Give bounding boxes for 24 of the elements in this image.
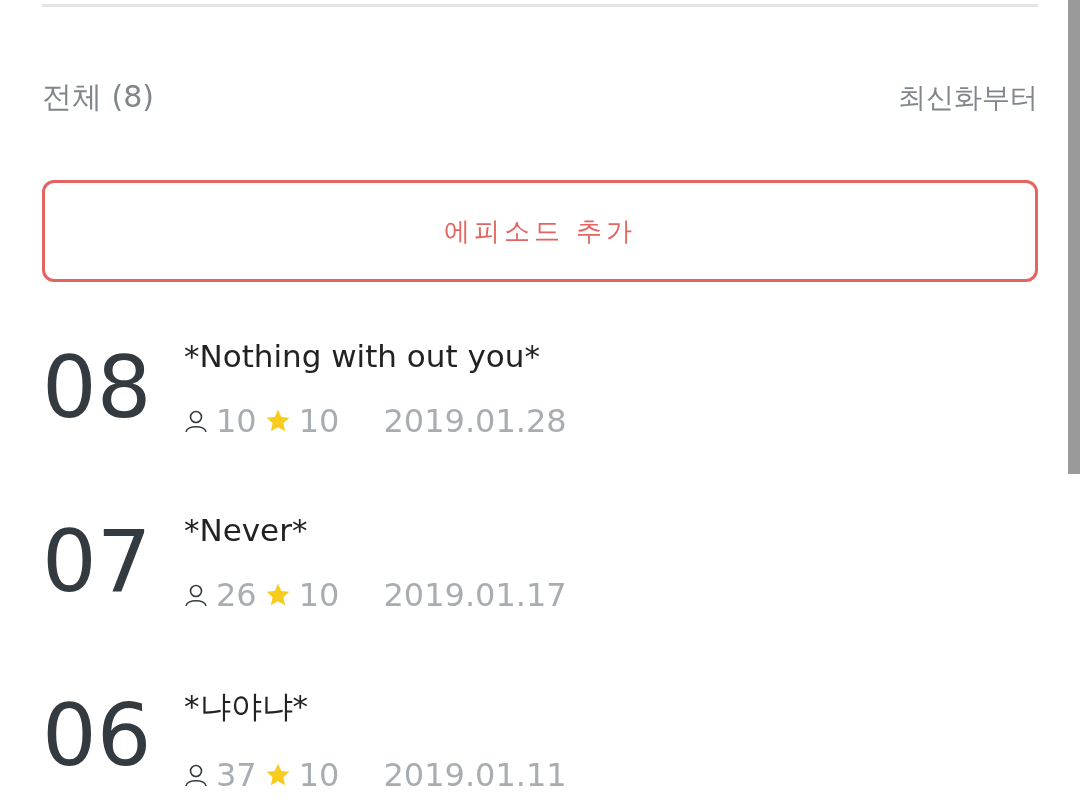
episode-date: 2019.01.11 bbox=[383, 756, 567, 794]
star-icon bbox=[264, 408, 291, 434]
episode-number: 07 bbox=[42, 518, 153, 604]
person-icon bbox=[184, 409, 208, 433]
episode-number: 08 bbox=[42, 344, 153, 430]
episode-count: 전체 (8) bbox=[42, 78, 155, 116]
star-icon bbox=[264, 582, 291, 608]
view-count: 37 bbox=[216, 756, 257, 794]
sort-order-button[interactable]: 최신화부터 bbox=[898, 78, 1038, 117]
rating-value: 10 bbox=[298, 576, 340, 614]
rating-value: 10 bbox=[298, 402, 340, 440]
episode-title[interactable]: *Nothing with out you* bbox=[184, 338, 567, 374]
episode-date: 2019.01.28 bbox=[383, 402, 567, 440]
episode-number: 06 bbox=[42, 692, 153, 778]
view-count: 26 bbox=[216, 576, 257, 614]
rating-value: 10 bbox=[298, 756, 340, 794]
person-icon bbox=[184, 763, 208, 787]
episode-title[interactable]: *Never* bbox=[184, 512, 567, 548]
scrollbar[interactable] bbox=[1068, 0, 1080, 474]
star-icon bbox=[264, 762, 291, 788]
episode-title[interactable]: *냐야냐* bbox=[184, 686, 567, 728]
view-count: 10 bbox=[216, 402, 257, 440]
episode-date: 2019.01.17 bbox=[383, 576, 567, 614]
person-icon bbox=[184, 583, 208, 607]
